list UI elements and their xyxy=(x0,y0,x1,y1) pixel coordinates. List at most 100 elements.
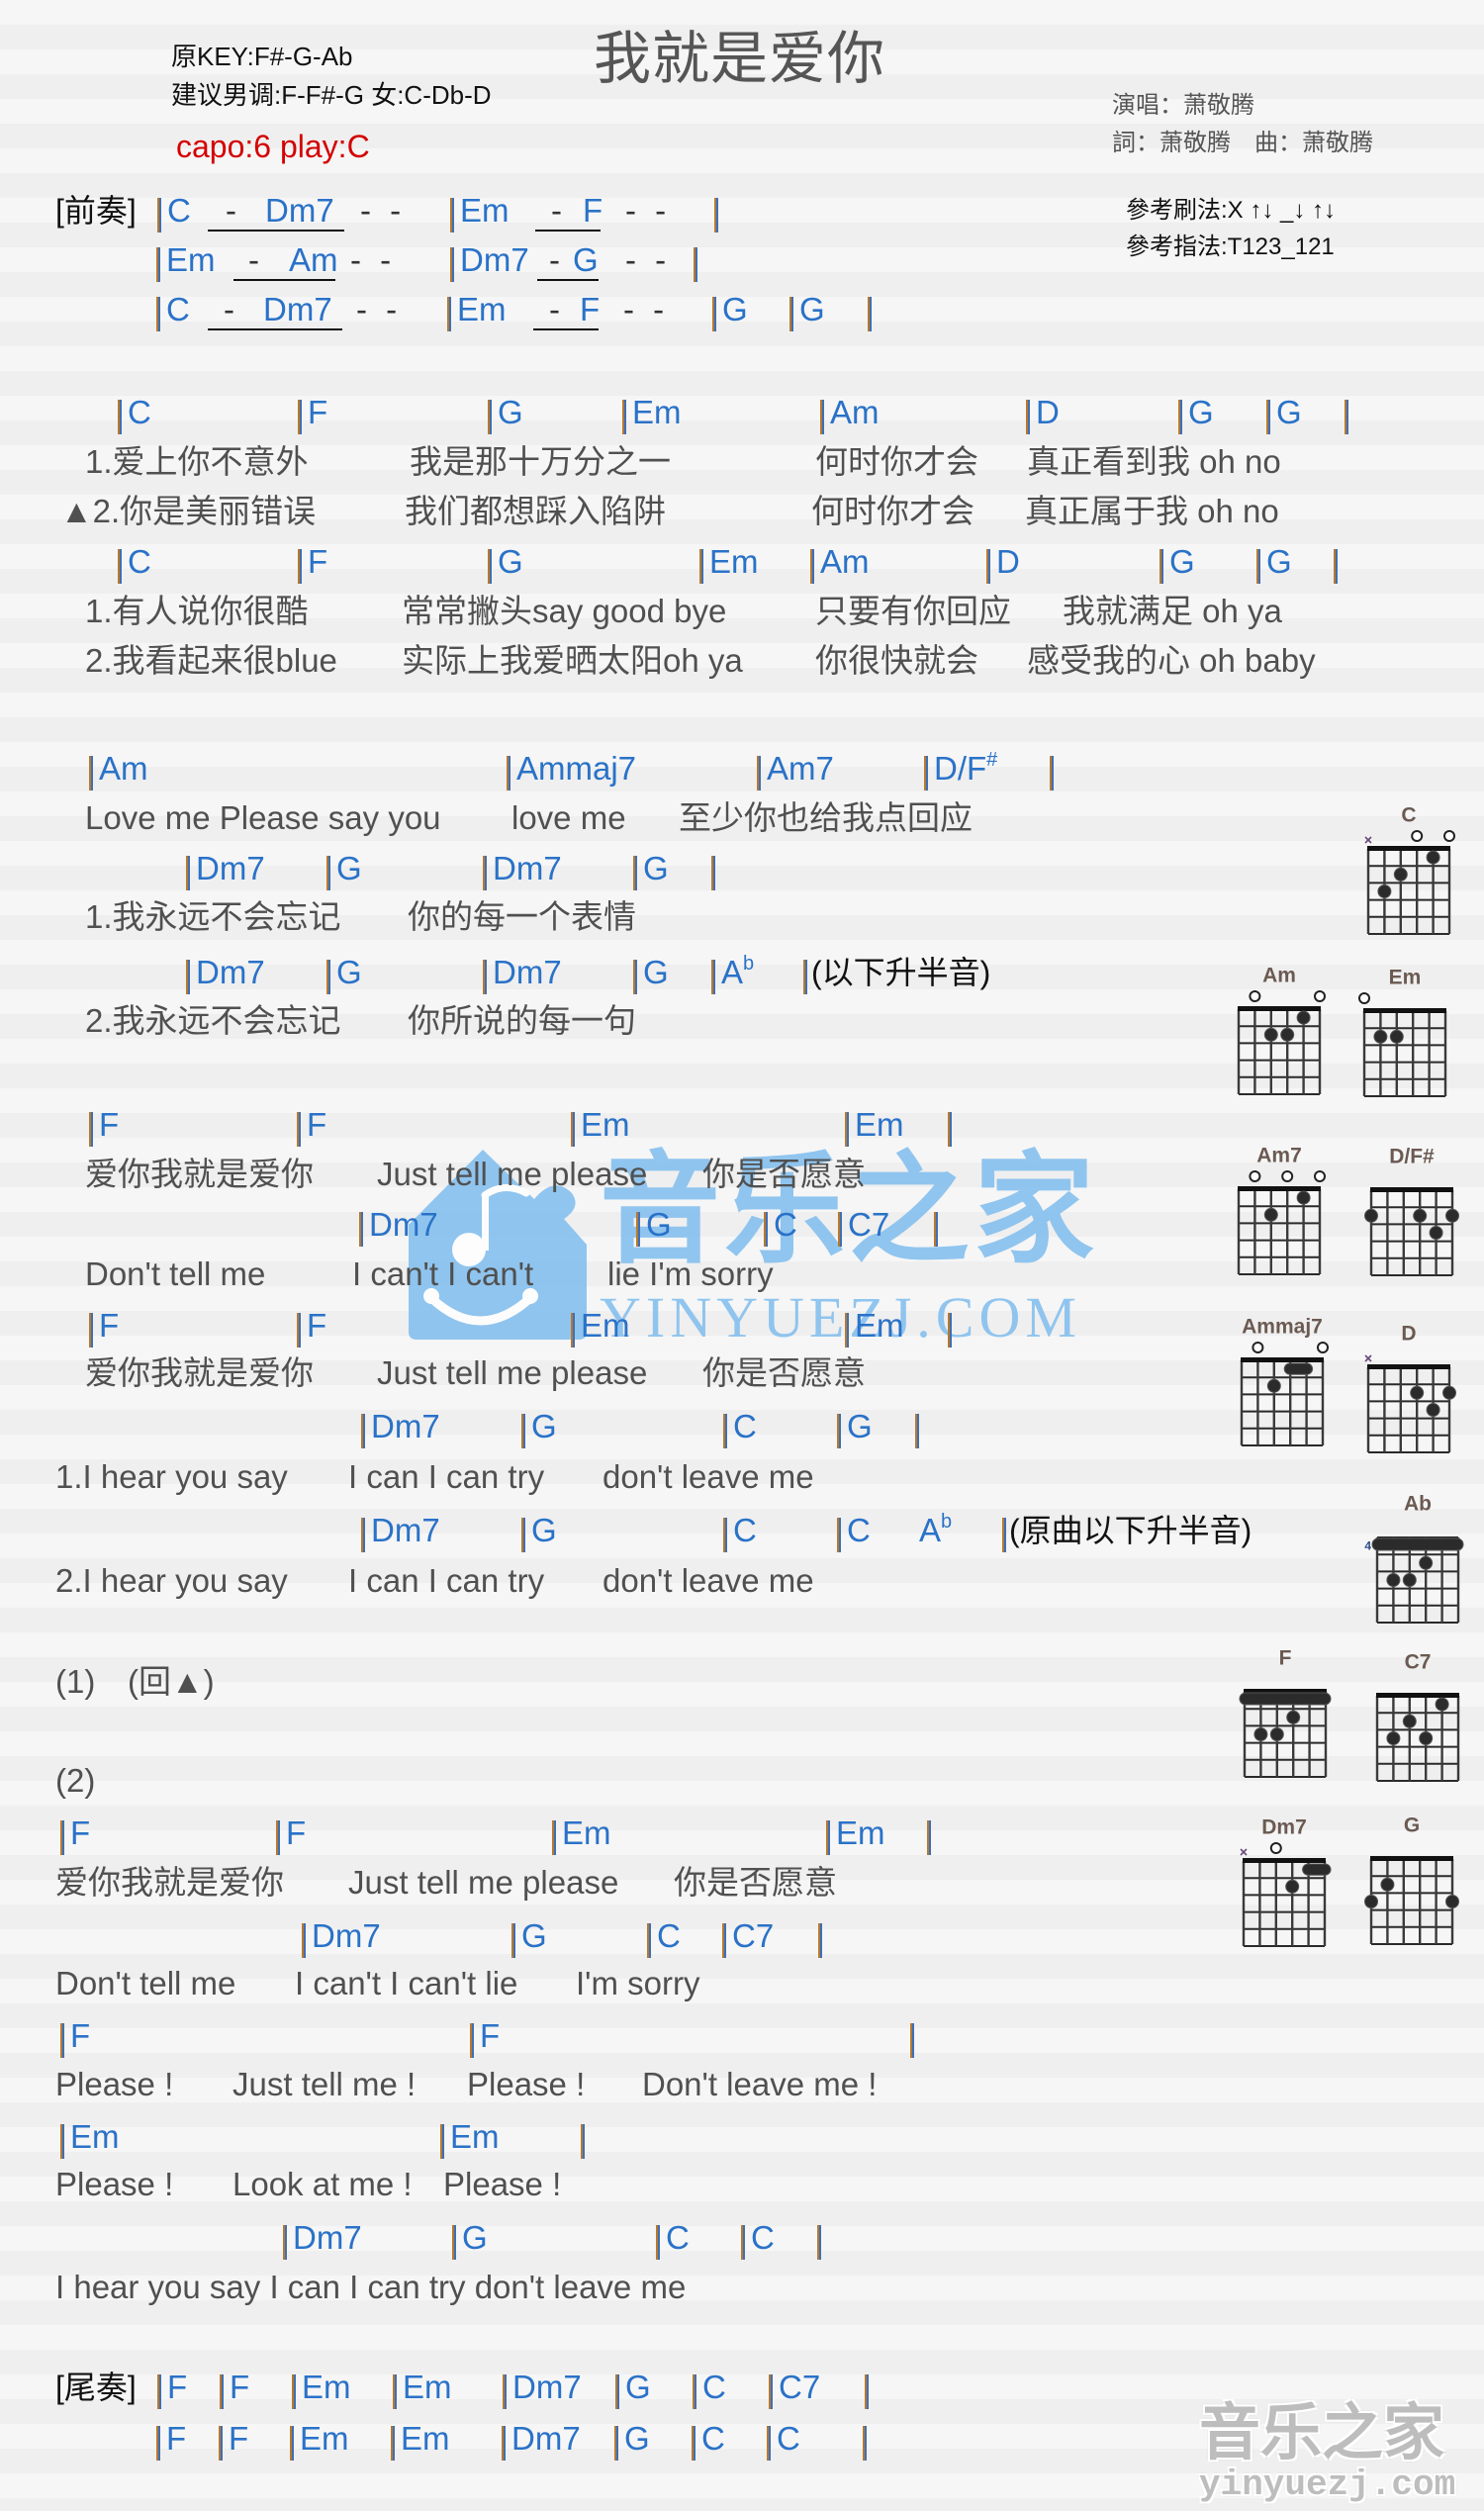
chord-name: Em xyxy=(302,2369,351,2405)
lyric: I'm sorry xyxy=(576,1965,700,2001)
chord-symbol: G xyxy=(615,2368,651,2409)
finger-dot xyxy=(1364,1208,1378,1223)
bar-line xyxy=(393,2374,397,2409)
bar-line xyxy=(157,2374,161,2409)
nut xyxy=(1363,1008,1446,1013)
chorus-chord-row: Dm7 G C C Ab (原曲以下升半音) xyxy=(0,1511,1484,1552)
chord-diagram-Ab: Ab 4 xyxy=(1361,1493,1474,1628)
open-string-marker xyxy=(1443,830,1455,842)
lyric: Look at me ! xyxy=(232,2166,413,2202)
bar-line xyxy=(507,756,510,790)
prechorus-chord-row: Am Ammaj7 Am7 D/F# xyxy=(0,749,1484,790)
chord-diagram-C: C xyxy=(1352,804,1465,940)
chord-diagram-C7: C7 xyxy=(1361,1651,1474,1787)
chord-name: F xyxy=(580,291,601,327)
chord-name: Em xyxy=(401,2420,450,2457)
bar-line xyxy=(326,856,330,890)
chord-symbol: G xyxy=(326,953,362,994)
lyric: 只要有你回应 xyxy=(815,593,1011,629)
bar-line xyxy=(769,2374,773,2409)
chord-name: Am xyxy=(99,750,148,787)
chord-name: Em xyxy=(581,1307,630,1344)
bar-line xyxy=(511,1923,515,1958)
chord-name: F xyxy=(99,1307,120,1344)
bar-line xyxy=(845,1313,849,1348)
chord-name: Dm7 xyxy=(493,954,562,990)
bar-line xyxy=(219,2426,223,2461)
bar-line xyxy=(297,1112,301,1147)
chord-name: F xyxy=(308,394,328,430)
chord-name: Em xyxy=(709,543,759,580)
finger-dot xyxy=(1380,1877,1395,1892)
bar-line xyxy=(488,400,492,434)
beat-dash: - - xyxy=(625,192,667,229)
lyric: 我们都想踩入陷阱 xyxy=(405,493,666,529)
finger-dot xyxy=(1426,850,1440,865)
bar-line xyxy=(948,1112,952,1147)
finger-dot xyxy=(1263,1027,1278,1042)
finger-dot xyxy=(1286,1710,1301,1724)
chord-name: C7 xyxy=(732,1917,775,1954)
bar-line xyxy=(290,2426,294,2461)
chord-symbol: Em xyxy=(440,2117,500,2159)
open-string-marker xyxy=(1317,1342,1329,1353)
beat-dash: - - xyxy=(625,241,667,278)
beat-dash: - xyxy=(549,241,560,278)
chord-name: G xyxy=(1188,394,1214,430)
chord-name: Dm7 xyxy=(265,192,334,229)
bar-line xyxy=(276,1820,280,1855)
chord-symbol: C xyxy=(118,393,151,434)
bar-line xyxy=(298,400,302,434)
chord-symbol: G xyxy=(1159,542,1195,584)
bar-line xyxy=(723,1518,727,1552)
chord-symbol: G xyxy=(1266,393,1302,434)
lyric: 真正看到我 oh no xyxy=(1027,443,1281,480)
chord-name: G xyxy=(1169,543,1195,580)
bar-line xyxy=(1178,400,1182,434)
bar-line xyxy=(714,198,718,232)
chord-name: G xyxy=(498,543,523,580)
chord-diagram-label: D xyxy=(1401,1323,1416,1346)
finger-dot xyxy=(1426,1403,1440,1417)
chord-name: Dm7 xyxy=(512,2369,582,2405)
bar-line xyxy=(817,2225,821,2260)
muted-string-marker xyxy=(1364,1354,1372,1362)
lyric: 感受我的心 oh baby xyxy=(1027,642,1316,679)
lyric: 爱你我就是爱你 xyxy=(85,1354,314,1391)
chord-symbol: C xyxy=(647,1916,681,1958)
chord-symbol: Dm7 xyxy=(361,1511,440,1552)
open-string-marker xyxy=(1314,990,1326,1002)
capo-info: capo:6 play:C xyxy=(176,129,370,164)
bar-line xyxy=(450,198,454,232)
chord-name: C xyxy=(847,1512,871,1548)
bar-line xyxy=(915,1414,919,1448)
finger-dot xyxy=(1266,1378,1281,1393)
chord-symbol: Em xyxy=(393,2368,452,2409)
chord-diagram-label: Ab xyxy=(1404,1493,1432,1516)
chord-name: C xyxy=(128,394,151,430)
chord-name: C xyxy=(733,1408,757,1444)
muted-string-marker xyxy=(1240,1848,1248,1856)
chord-diagram-Am7: Am7 xyxy=(1223,1145,1336,1280)
chord-symbol: F xyxy=(156,2419,186,2461)
chord-name: Em xyxy=(457,291,507,327)
chord-symbol: G xyxy=(789,290,825,331)
bar-line xyxy=(820,400,824,434)
bar-line xyxy=(699,549,703,584)
chord-symbol: G xyxy=(326,849,362,890)
accidental: # xyxy=(986,749,998,771)
chord-name: Dm7 xyxy=(293,2219,362,2256)
prelude-row: C - Dm7 - - Em - F - - G G xyxy=(0,290,1484,331)
bar-line xyxy=(948,1313,952,1348)
chord-symbol: Em xyxy=(845,1105,904,1147)
finger-dot xyxy=(1377,884,1392,898)
ending-chord-row: F F xyxy=(0,2016,1484,2058)
bar-line xyxy=(767,2426,771,2461)
chord-symbol: F xyxy=(219,2419,248,2461)
chord-name: Dm7 xyxy=(196,850,265,886)
chord-symbol: G xyxy=(488,542,523,584)
ending-number-2: (2) xyxy=(55,1762,96,1799)
beat-dash: - xyxy=(226,192,236,229)
verse-lyric-row: ▲2.你是美丽错误 我们都想踩入陷阱 何时你才会 真正属于我 oh no xyxy=(0,492,1484,531)
nut xyxy=(1370,1856,1453,1861)
